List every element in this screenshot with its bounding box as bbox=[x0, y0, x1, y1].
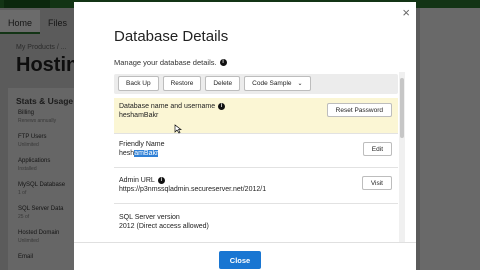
admin-url-section: Admin URL i https://p3nmssqladmin.secure… bbox=[114, 168, 398, 204]
scrollbar-thumb[interactable] bbox=[400, 78, 404, 138]
modal-footer: Close bbox=[74, 242, 416, 270]
stats-heading: Stats & Usage bbox=[16, 96, 74, 106]
info-icon[interactable]: i bbox=[219, 59, 227, 66]
admin-url-value: https://p3nmssqladmin.secureserver.net/2… bbox=[119, 186, 267, 193]
info-icon[interactable]: i bbox=[157, 177, 165, 184]
sql-version-label: SQL Server version bbox=[119, 214, 180, 221]
close-icon[interactable]: × bbox=[402, 6, 410, 19]
delete-button[interactable]: Delete bbox=[205, 76, 241, 91]
brand-logo bbox=[4, 0, 50, 8]
edit-button[interactable]: Edit bbox=[362, 142, 392, 156]
right-panel bbox=[420, 0, 480, 270]
info-icon[interactable]: i bbox=[218, 103, 226, 110]
admin-url-label-row: Admin URL i bbox=[119, 177, 393, 184]
tab-files[interactable]: Files bbox=[40, 10, 75, 34]
visit-button[interactable]: Visit bbox=[361, 176, 392, 190]
friendly-name-section: Friendly Name heshamBakr Edit bbox=[114, 134, 398, 168]
stat-item-hosted-domain[interactable]: Hosted Domain bbox=[18, 230, 59, 236]
stat-sub: Renews annually bbox=[18, 118, 57, 124]
right-top-bar bbox=[420, 0, 480, 8]
stat-sub: Unlimited bbox=[18, 238, 39, 244]
page-title: Hostin bbox=[16, 54, 79, 76]
sql-version-section: SQL Server version 2012 (Direct access a… bbox=[114, 204, 398, 242]
stat-sub: Installed bbox=[18, 166, 37, 172]
tab-home[interactable]: Home bbox=[0, 10, 41, 34]
stat-item-mysql[interactable]: MySQL Database bbox=[18, 182, 65, 188]
subtitle-text: Manage your database details. bbox=[114, 58, 217, 67]
reset-password-button[interactable]: Reset Password bbox=[326, 103, 392, 117]
chevron-down-icon: ⌄ bbox=[297, 81, 303, 87]
stat-item-sql-server[interactable]: SQL Server Data bbox=[18, 206, 63, 212]
stat-item-billing[interactable]: Billing bbox=[18, 110, 34, 116]
friendly-name-label: Friendly Name bbox=[119, 141, 165, 148]
back-up-button[interactable]: Back Up bbox=[118, 76, 159, 91]
database-details-modal: × Database Details Manage your database … bbox=[74, 2, 416, 270]
stat-item-ftp-users[interactable]: FTP Users bbox=[18, 134, 47, 140]
db-name-section: Database name and username i heshamBakr … bbox=[114, 98, 398, 134]
breadcrumb: My Products / ... bbox=[16, 44, 67, 51]
close-button[interactable]: Close bbox=[219, 251, 261, 269]
scrollbar[interactable] bbox=[399, 72, 405, 242]
db-name-label: Database name and username bbox=[119, 103, 216, 110]
restore-button[interactable]: Restore bbox=[162, 76, 202, 91]
friendly-name-plain: hesh bbox=[119, 150, 135, 157]
details-scroll-area[interactable]: Back Up Restore Delete Code Sample ⌄ Dat… bbox=[114, 72, 398, 242]
sql-version-value: 2012 (Direct access allowed) bbox=[119, 223, 209, 230]
code-sample-dropdown[interactable]: Code Sample ⌄ bbox=[244, 76, 311, 91]
modal-subtitle: Manage your database details. i bbox=[114, 58, 227, 67]
stat-sub: Unlimited bbox=[18, 142, 39, 148]
action-toolbar: Back Up Restore Delete Code Sample ⌄ bbox=[114, 74, 398, 94]
stat-sub: 25 of bbox=[18, 214, 30, 220]
stat-item-applications[interactable]: Applications bbox=[18, 158, 50, 164]
code-sample-label: Code Sample bbox=[252, 80, 292, 87]
modal-title: Database Details bbox=[114, 28, 229, 45]
stat-item-email[interactable]: Email bbox=[18, 254, 33, 260]
friendly-name-value[interactable]: heshamBakr bbox=[119, 150, 393, 157]
friendly-name-selection: amBakr bbox=[134, 150, 159, 157]
admin-url-label: Admin URL bbox=[119, 177, 155, 184]
stat-sub: 1 of bbox=[18, 190, 27, 196]
